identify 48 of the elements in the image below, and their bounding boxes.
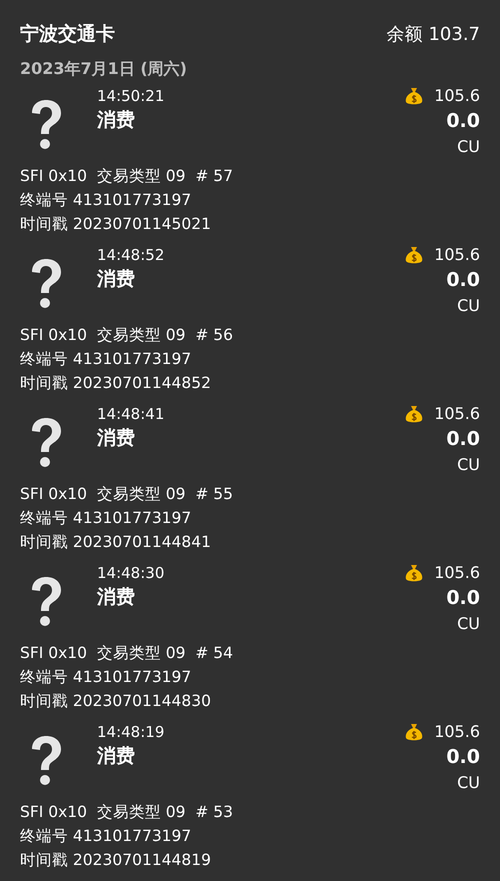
card-title: 宁波交通卡 xyxy=(20,22,115,47)
record-balance: 105.6 xyxy=(434,722,480,742)
record-unit: CU xyxy=(457,295,480,317)
record-detail: 时间戳 20230701145021 xyxy=(20,214,211,235)
record-detail: 终端号 413101773197 xyxy=(20,190,192,211)
balance-text: 余额 103.7 xyxy=(386,23,480,46)
money-bag-icon xyxy=(404,245,424,265)
record-detail: SFI 0x10 交易类型 09 # 55 xyxy=(20,484,234,505)
record-amount: 0.0 xyxy=(446,586,480,611)
record-time: 14:48:30 xyxy=(97,563,164,583)
record-detail: 终端号 413101773197 xyxy=(20,667,192,688)
record-unit: CU xyxy=(457,613,480,635)
date-heading: 2023年7月1日 (周六) xyxy=(20,59,187,78)
record-type: 消费 xyxy=(97,744,135,769)
record-detail: 终端号 413101773197 xyxy=(20,508,192,529)
record-detail: 时间戳 20230701144852 xyxy=(20,373,211,394)
record-time: 14:48:52 xyxy=(97,245,164,265)
record-time: 14:48:41 xyxy=(97,404,164,424)
record-detail: 时间戳 20230701144819 xyxy=(20,850,211,871)
record-detail: SFI 0x10 交易类型 09 # 57 xyxy=(20,166,234,187)
money-bag-icon xyxy=(404,86,424,106)
record-amount: 0.0 xyxy=(446,745,480,770)
record-amount: 0.0 xyxy=(446,268,480,293)
record-amount: 0.0 xyxy=(446,427,480,452)
money-bag-icon xyxy=(404,404,424,424)
record-balance: 105.6 xyxy=(434,563,480,583)
record-unit: CU xyxy=(457,772,480,794)
record-balance: 105.6 xyxy=(434,245,480,265)
record-type: 消费 xyxy=(97,108,135,133)
money-bag-icon xyxy=(404,563,424,583)
record-unit: CU xyxy=(457,136,480,158)
record-amount: 0.0 xyxy=(446,109,480,134)
record-type: 消费 xyxy=(97,585,135,610)
record-balance: 105.6 xyxy=(434,404,480,424)
record-detail: 时间戳 20230701144830 xyxy=(20,691,211,712)
record-type: 消费 xyxy=(97,267,135,292)
record-detail: SFI 0x10 交易类型 09 # 53 xyxy=(20,802,234,823)
record-unit: CU xyxy=(457,454,480,476)
record-detail: 终端号 413101773197 xyxy=(20,826,192,847)
record-time: 14:48:19 xyxy=(97,722,164,742)
record-type: 消费 xyxy=(97,426,135,451)
record-detail: 终端号 413101773197 xyxy=(20,349,192,370)
record-detail: SFI 0x10 交易类型 09 # 56 xyxy=(20,325,234,346)
record-detail: SFI 0x10 交易类型 09 # 54 xyxy=(20,643,234,664)
record-balance: 105.6 xyxy=(434,86,480,106)
record-time: 14:50:21 xyxy=(97,86,164,106)
record-detail: 时间戳 20230701144841 xyxy=(20,532,211,553)
money-bag-icon xyxy=(404,722,424,742)
